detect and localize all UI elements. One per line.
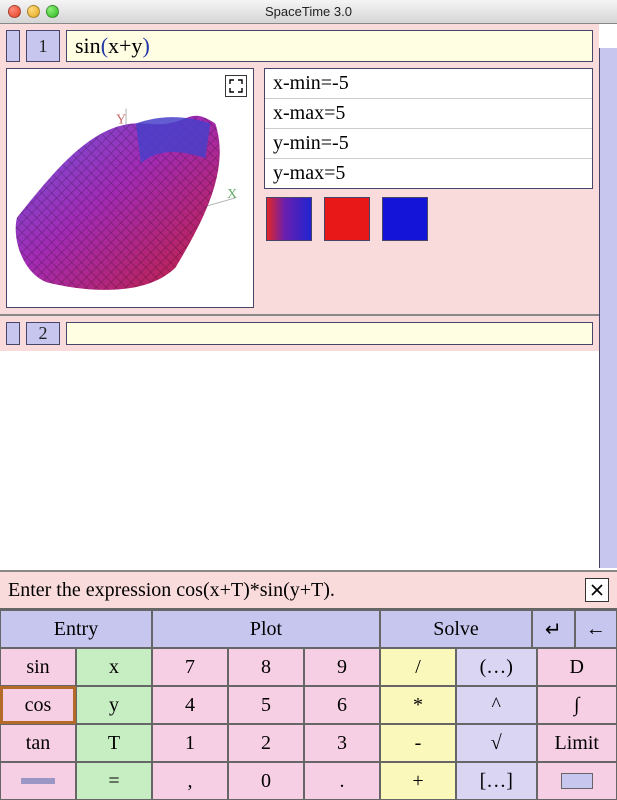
close-hint-icon[interactable] bbox=[585, 578, 609, 602]
key-4[interactable]: 4 bbox=[152, 686, 228, 724]
key-backspace[interactable]: ← bbox=[575, 610, 617, 648]
key-y[interactable]: y bbox=[76, 686, 152, 724]
key-power[interactable]: ^ bbox=[456, 686, 537, 724]
key-placeholder[interactable] bbox=[537, 762, 617, 800]
key-7[interactable]: 7 bbox=[152, 648, 228, 686]
key-tan[interactable]: tan bbox=[0, 724, 76, 762]
key-limit[interactable]: Limit bbox=[537, 724, 617, 762]
row-handle[interactable] bbox=[6, 322, 20, 345]
expand-icon[interactable] bbox=[225, 75, 247, 97]
zoom-icon[interactable] bbox=[46, 5, 59, 18]
key-5[interactable]: 5 bbox=[228, 686, 304, 724]
plot-params[interactable]: x-min=-5 x-max=5 y-min=-5 y-max=5 bbox=[264, 68, 593, 189]
key-dot[interactable]: . bbox=[304, 762, 380, 800]
keypad-header-row: Entry Plot Solve ↵ ← bbox=[0, 610, 617, 648]
expr-body: x+y bbox=[108, 33, 142, 58]
hint-text: Enter the expression cos(x+T)*sin(y+T). bbox=[8, 579, 577, 602]
surface-plot: X Y bbox=[7, 69, 253, 307]
key-sqrt[interactable]: √ bbox=[456, 724, 537, 762]
paren-close: ) bbox=[142, 33, 149, 58]
key-T[interactable]: T bbox=[76, 724, 152, 762]
expression-panel-1: 1 sin(x+y) bbox=[0, 24, 599, 316]
key-1[interactable]: 1 bbox=[152, 724, 228, 762]
window-title: SpaceTime 3.0 bbox=[0, 4, 617, 19]
key-sin[interactable]: sin bbox=[0, 648, 76, 686]
key-brackets[interactable]: […] bbox=[456, 762, 537, 800]
expr-text: sin bbox=[75, 33, 101, 58]
swatch-blue[interactable] bbox=[382, 197, 428, 241]
param-ymax[interactable]: y-max=5 bbox=[265, 159, 592, 188]
key-6[interactable]: 6 bbox=[304, 686, 380, 724]
paren-open: ( bbox=[101, 33, 108, 58]
key-blank[interactable] bbox=[0, 762, 76, 800]
key-derivative[interactable]: D bbox=[537, 648, 617, 686]
key-9[interactable]: 9 bbox=[304, 648, 380, 686]
expression-panel-2: 2 bbox=[0, 316, 599, 351]
color-swatches bbox=[264, 197, 593, 241]
row-handle[interactable] bbox=[6, 30, 20, 62]
placeholder-rect-icon bbox=[561, 773, 593, 789]
key-divide[interactable]: / bbox=[380, 648, 456, 686]
param-xmin[interactable]: x-min=-5 bbox=[265, 69, 592, 99]
key-x[interactable]: x bbox=[76, 648, 152, 686]
close-icon[interactable] bbox=[8, 5, 21, 18]
key-cos[interactable]: cos bbox=[0, 686, 76, 724]
key-integral[interactable]: ∫ bbox=[537, 686, 617, 724]
plot-3d[interactable]: X Y bbox=[6, 68, 254, 308]
content-area: 1 sin(x+y) bbox=[0, 24, 617, 800]
tab-plot[interactable]: Plot bbox=[152, 610, 380, 648]
key-comma[interactable]: , bbox=[152, 762, 228, 800]
scrollbar[interactable] bbox=[599, 48, 617, 568]
tab-entry[interactable]: Entry bbox=[0, 610, 152, 648]
line-number: 2 bbox=[26, 322, 60, 345]
key-2[interactable]: 2 bbox=[228, 724, 304, 762]
line-number: 1 bbox=[26, 30, 60, 62]
key-8[interactable]: 8 bbox=[228, 648, 304, 686]
key-3[interactable]: 3 bbox=[304, 724, 380, 762]
key-multiply[interactable]: * bbox=[380, 686, 456, 724]
key-parens[interactable]: (…) bbox=[456, 648, 537, 686]
tab-solve[interactable]: Solve bbox=[380, 610, 532, 648]
swatch-red[interactable] bbox=[324, 197, 370, 241]
svg-text:X: X bbox=[227, 187, 237, 202]
keypad: Entry Plot Solve ↵ ← sin x 7 8 9 / (…) D… bbox=[0, 609, 617, 800]
expression-input[interactable] bbox=[66, 322, 593, 345]
key-enter[interactable]: ↵ bbox=[532, 610, 575, 648]
app-window: SpaceTime 3.0 1 sin(x+y) bbox=[0, 0, 617, 800]
minimize-icon[interactable] bbox=[27, 5, 40, 18]
key-0[interactable]: 0 bbox=[228, 762, 304, 800]
swatch-gradient[interactable] bbox=[266, 197, 312, 241]
param-xmax[interactable]: x-max=5 bbox=[265, 99, 592, 129]
workspace-empty bbox=[0, 351, 599, 570]
key-equals[interactable]: = bbox=[76, 762, 152, 800]
expression-input[interactable]: sin(x+y) bbox=[66, 30, 593, 62]
key-minus[interactable]: - bbox=[380, 724, 456, 762]
hint-bar: Enter the expression cos(x+T)*sin(y+T). bbox=[0, 570, 617, 609]
param-ymin[interactable]: y-min=-5 bbox=[265, 129, 592, 159]
key-plus[interactable]: + bbox=[380, 762, 456, 800]
titlebar: SpaceTime 3.0 bbox=[0, 0, 617, 24]
